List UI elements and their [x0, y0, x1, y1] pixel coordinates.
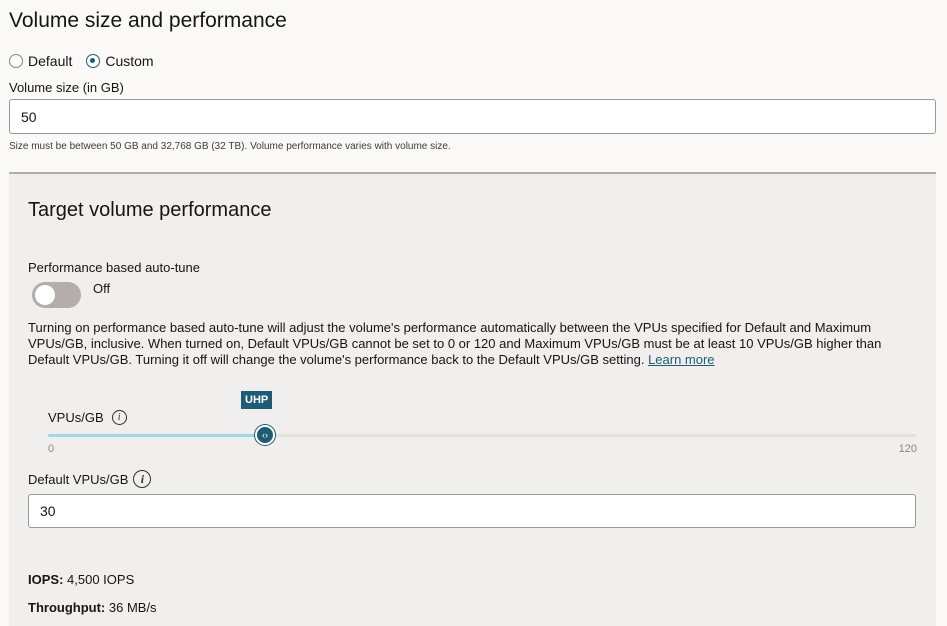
autotune-label: Performance based auto-tune [28, 260, 200, 275]
radio-custom[interactable]: Custom [86, 53, 154, 69]
throughput-label: Throughput: [28, 600, 106, 615]
default-vpus-label-text: Default VPUs/GB [28, 471, 129, 487]
throughput-value: 36 MB/s [108, 600, 157, 615]
section-title: Volume size and performance [9, 9, 287, 32]
autotune-toggle[interactable] [32, 282, 81, 308]
radio-default[interactable]: Default [9, 53, 72, 69]
vpus-slider-max-label: 120 [898, 443, 917, 455]
vpus-slider-fill [48, 434, 265, 437]
radio-default-label: Default [28, 53, 73, 69]
volume-size-hint: Size must be between 50 GB and 32,768 GB… [9, 141, 451, 152]
vpus-slider-label: VPUs/GB i [48, 410, 127, 425]
autotune-description: Turning on performance based auto-tune w… [28, 320, 923, 368]
learn-more-link[interactable]: Learn more [648, 352, 714, 367]
volume-size-label: Volume size (in GB) [9, 80, 124, 95]
target-performance-panel: Target volume performance Performance ba… [9, 172, 936, 626]
info-icon[interactable]: i [133, 470, 152, 488]
volume-size-mode-radio-group: Default Custom [9, 53, 168, 69]
throughput-stat: Throughput: 36 MB/s [28, 600, 157, 615]
volume-size-input[interactable] [9, 99, 936, 134]
default-vpus-label: Default VPUs/GB i [28, 470, 152, 488]
radio-custom-label: Custom [105, 53, 154, 69]
iops-label: IOPS: [28, 572, 64, 587]
info-icon[interactable]: i [111, 410, 127, 425]
vpus-slider-thumb[interactable]: ‹› [255, 425, 275, 445]
autotune-description-text: Turning on performance based auto-tune w… [28, 320, 882, 367]
vpus-slider-min-label: 0 [48, 443, 55, 455]
autotune-toggle-knob [35, 285, 55, 305]
default-vpus-input[interactable] [28, 494, 916, 528]
vpus-slider-track[interactable]: ‹› [48, 425, 916, 445]
uhp-badge: UHP [241, 391, 273, 409]
target-performance-title: Target volume performance [28, 199, 272, 221]
radio-custom-indicator[interactable] [86, 54, 101, 68]
autotune-state-text: Off [93, 281, 111, 296]
radio-default-indicator[interactable] [9, 54, 23, 68]
iops-stat: IOPS: 4,500 IOPS [28, 572, 134, 587]
iops-value: 4,500 IOPS [67, 572, 135, 587]
vpus-slider-label-text: VPUs/GB [48, 410, 104, 425]
